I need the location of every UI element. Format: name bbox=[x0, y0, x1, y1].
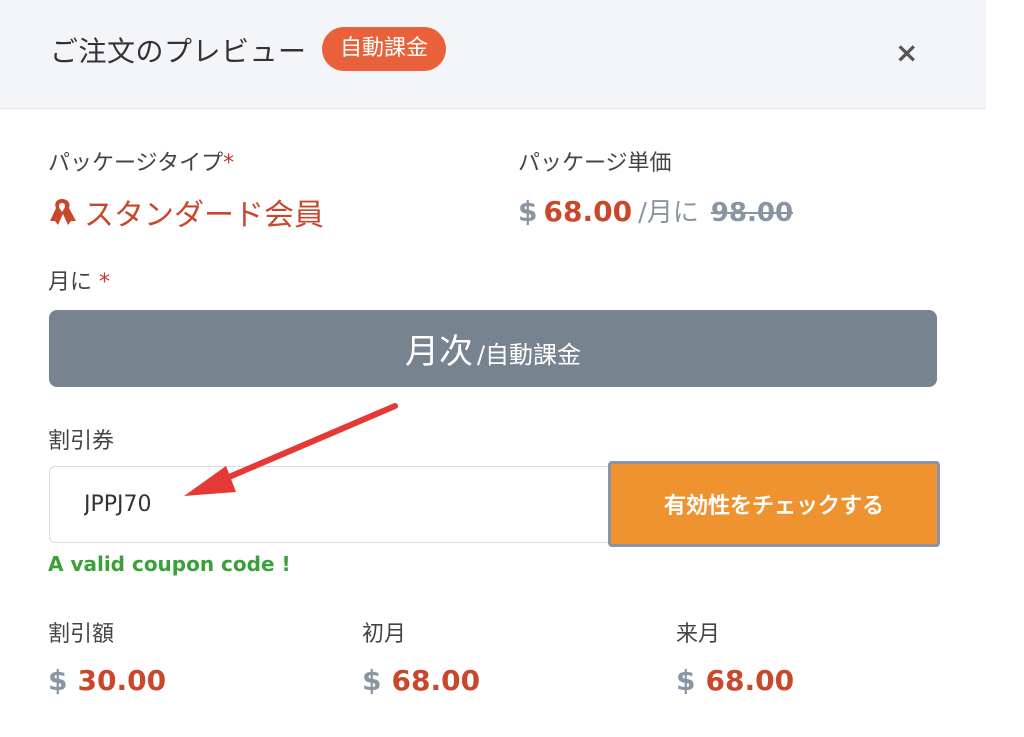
package-type-label-text: パッケージタイプ bbox=[48, 151, 224, 176]
package-price-label: パッケージ単価 bbox=[518, 151, 672, 176]
discount-amount: 30.00 bbox=[77, 664, 167, 697]
currency-symbol: $ bbox=[676, 664, 696, 697]
modal-title: ご注文のプレビュー bbox=[50, 35, 307, 68]
first-month-label: 初月 bbox=[362, 622, 407, 647]
monthly-plan-sub: /自動課金 bbox=[476, 341, 582, 369]
price-period: /月に bbox=[638, 198, 699, 228]
month-label-text: 月に bbox=[48, 270, 93, 295]
month-label: 月に * bbox=[48, 264, 110, 296]
package-type-value: スタンダード会員 bbox=[48, 190, 324, 234]
next-month-label: 来月 bbox=[676, 622, 721, 647]
auto-billing-badge: 自動課金 bbox=[322, 27, 447, 71]
order-preview-modal: ご注文のプレビュー 自動課金 × パッケージタイプ* スタンダード会員 パッケー… bbox=[0, 0, 986, 737]
required-mark: * bbox=[99, 270, 111, 295]
price-amount: 68.00 bbox=[543, 195, 633, 228]
coupon-valid-message: A valid coupon code ! bbox=[48, 552, 291, 576]
ribbon-icon bbox=[50, 199, 76, 225]
modal-header: ご注文のプレビュー 自動課金 × bbox=[0, 0, 986, 109]
next-month-amount: 68.00 bbox=[705, 664, 795, 697]
discount-amount-label: 割引額 bbox=[48, 622, 115, 647]
coupon-label: 割引券 bbox=[48, 429, 115, 454]
package-type-label: パッケージタイプ* bbox=[48, 145, 234, 177]
currency-symbol: $ bbox=[518, 195, 538, 228]
monthly-plan-main: 月次 bbox=[404, 332, 473, 372]
first-month-amount: 68.00 bbox=[391, 664, 481, 697]
first-month-value: $ 68.00 bbox=[362, 664, 480, 697]
original-price: 98.00 bbox=[710, 198, 794, 228]
check-validity-button[interactable]: 有効性をチェックする bbox=[608, 461, 940, 547]
package-name: スタンダード会員 bbox=[84, 198, 324, 233]
currency-symbol: $ bbox=[48, 664, 68, 697]
required-mark: * bbox=[223, 151, 235, 176]
currency-symbol: $ bbox=[362, 664, 382, 697]
monthly-plan-button[interactable]: 月次 /自動課金 bbox=[49, 310, 937, 387]
next-month-value: $ 68.00 bbox=[676, 664, 794, 697]
discount-amount-value: $ 30.00 bbox=[48, 664, 166, 697]
coupon-input[interactable] bbox=[49, 466, 609, 543]
package-price-value: $ 68.00/月に 98.00 bbox=[518, 192, 793, 229]
close-icon[interactable]: × bbox=[895, 36, 918, 69]
